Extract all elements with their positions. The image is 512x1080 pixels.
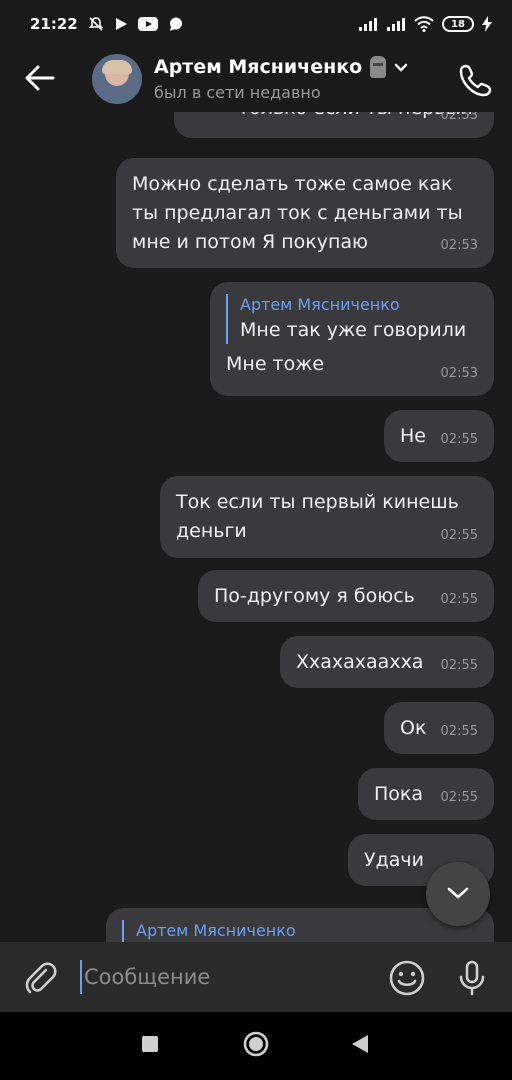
recents-button[interactable] — [136, 1032, 164, 1060]
phone-icon — [458, 64, 494, 102]
message-text: Не — [400, 425, 426, 447]
call-button[interactable] — [458, 62, 494, 98]
message-icon — [168, 16, 184, 32]
arrow-left-icon — [25, 65, 55, 95]
square-icon — [141, 1035, 159, 1057]
battery-indicator: 18 — [442, 16, 474, 32]
message-bubble[interactable]: только если ты первый 02:53 — [174, 112, 494, 138]
message-text: Хxaxaxaaxxa — [296, 651, 424, 673]
message-input[interactable]: Сообщение — [80, 960, 370, 994]
message-bubble[interactable]: Не 02:55 — [384, 410, 494, 462]
message-text: Мне тоже — [226, 353, 325, 375]
paperclip-icon — [20, 962, 60, 1002]
signal-icon — [358, 17, 378, 31]
message-bubble[interactable]: Можно сделать тоже самое как ты предлага… — [116, 158, 494, 268]
message-text: Удачи — [364, 849, 424, 871]
message-time: 02:55 — [440, 592, 478, 607]
status-right: 18 — [358, 16, 492, 32]
message-time: 02:53 — [440, 366, 478, 381]
reply-author: Артем Мясниченко — [136, 921, 296, 940]
youtube-icon — [137, 17, 158, 31]
reply-quote[interactable]: Артем Мясниченко Мне так уже говорили — [226, 294, 478, 344]
home-button[interactable] — [242, 1030, 270, 1062]
status-bar: 21:22 18 — [0, 0, 512, 48]
message-text: Можно сделать тоже самое как ты предлага… — [132, 173, 463, 253]
chat-area[interactable]: только если ты первый 02:53 Можно сделат… — [0, 112, 512, 942]
chevron-down-icon[interactable] — [394, 56, 408, 78]
message-text: По-другому я боюсь — [214, 585, 415, 607]
message-bubble[interactable]: По-другому я боюсь 02:55 — [198, 570, 494, 622]
voice-message-button[interactable] — [452, 958, 492, 998]
message-time: 02:55 — [440, 724, 478, 739]
message-bubble[interactable]: Хxaxaxaaxxa 02:55 — [280, 636, 494, 688]
contact-name: Артем Мясниченко — [154, 56, 363, 78]
emoji-button[interactable] — [387, 958, 427, 998]
wifi-icon — [414, 16, 434, 32]
message-bubble[interactable]: Пока 02:55 — [358, 768, 494, 820]
message-time: 02:55 — [440, 528, 478, 543]
message-time: 02:55 — [440, 790, 478, 805]
message-bubble[interactable]: Ток если ты первый кинешь деньги 02:55 — [160, 476, 494, 558]
status-time: 21:22 — [30, 15, 78, 33]
scroll-down-button[interactable] — [426, 862, 490, 926]
status-left: 21:22 — [30, 15, 184, 33]
reply-quote[interactable]: Артем Мясниченко — [122, 920, 478, 942]
message-text: Ток если ты первый кинешь деньги — [176, 491, 459, 542]
reply-text: Мне так уже говорили — [240, 319, 467, 341]
message-text: Ок — [400, 717, 427, 739]
chat-header: Артем Мясниченко был в сети недавно — [0, 48, 512, 112]
reply-author: Артем Мясниченко — [240, 295, 400, 314]
play-icon — [114, 17, 128, 31]
message-text: только если ты первый — [238, 112, 473, 123]
system-navigation-bar — [0, 1012, 512, 1080]
charging-icon — [482, 16, 492, 32]
message-bubble[interactable]: Ок 02:55 — [384, 702, 494, 754]
message-composer: Сообщение — [0, 942, 512, 1012]
contact-status: был в сети недавно — [154, 83, 321, 102]
chevron-down-icon — [446, 885, 470, 904]
message-time: 02:53 — [440, 238, 478, 253]
mute-bell-icon — [88, 16, 104, 32]
circle-icon — [242, 1030, 270, 1062]
message-time: 02:55 — [440, 658, 478, 673]
message-time: 02:55 — [440, 432, 478, 447]
moai-emoji-icon — [370, 56, 387, 78]
back-nav-button[interactable] — [346, 1032, 374, 1060]
message-time: 02:53 — [440, 112, 478, 123]
signal-icon-2 — [386, 17, 406, 31]
contact-info[interactable]: Артем Мясниченко был в сети недавно — [154, 56, 408, 102]
avatar[interactable] — [92, 54, 142, 104]
attach-button[interactable] — [20, 958, 60, 998]
back-button[interactable] — [0, 48, 80, 112]
message-text: Пока — [374, 783, 424, 805]
message-bubble[interactable]: Артем Мясниченко Мне так уже говорили Мн… — [210, 282, 494, 396]
triangle-back-icon — [350, 1033, 370, 1059]
microphone-icon — [452, 960, 492, 1002]
smiley-icon — [387, 960, 427, 1002]
